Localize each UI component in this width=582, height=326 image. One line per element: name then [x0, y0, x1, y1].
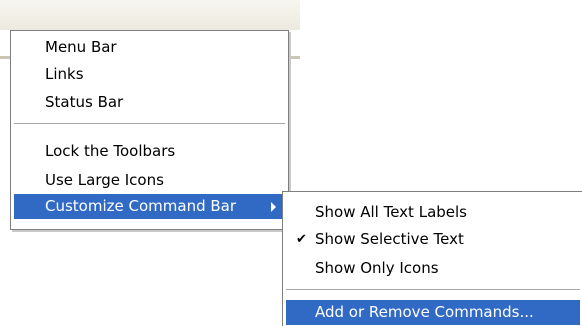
menu-item-label: Customize Command Bar — [45, 197, 237, 215]
customize-command-bar-submenu: Show All Text Labels ✔ Show Selective Te… — [282, 191, 582, 326]
menu-item-menu-bar[interactable]: Menu Bar — [14, 35, 285, 60]
menu-item-label: Status Bar — [45, 93, 124, 111]
checkmark-icon: ✔ — [296, 232, 307, 247]
menu-item-show-all-text-labels[interactable]: Show All Text Labels — [286, 200, 580, 225]
menu-item-status-bar[interactable]: Status Bar — [14, 90, 285, 115]
menu-item-show-only-icons[interactable]: Show Only Icons — [286, 256, 580, 281]
menu-item-use-large-icons[interactable]: Use Large Icons — [14, 168, 285, 193]
menu-item-label: Links — [45, 65, 84, 83]
right-arrow-icon — [271, 202, 276, 212]
menu-item-label: Show All Text Labels — [315, 203, 467, 221]
menu-item-label: Add or Remove Commands... — [315, 303, 534, 321]
menu-separator — [14, 123, 285, 124]
menu-item-label: Lock the Toolbars — [45, 142, 176, 160]
menu-item-label: Menu Bar — [45, 38, 117, 56]
toolbars-context-menu: Menu Bar Links Status Bar Lock the Toolb… — [10, 30, 289, 230]
menu-item-show-selective-text[interactable]: ✔ Show Selective Text — [286, 227, 580, 252]
menu-separator — [286, 289, 580, 290]
menu-item-add-remove-commands[interactable]: Add or Remove Commands... — [286, 300, 580, 325]
menu-item-label: Show Selective Text — [315, 230, 464, 248]
menu-item-lock-toolbars[interactable]: Lock the Toolbars — [14, 139, 285, 164]
menu-item-customize-command-bar[interactable]: Customize Command Bar — [14, 194, 285, 219]
menu-item-links[interactable]: Links — [14, 62, 285, 87]
menu-item-label: Use Large Icons — [45, 171, 164, 189]
menu-item-label: Show Only Icons — [315, 259, 439, 277]
window-background — [0, 0, 300, 30]
